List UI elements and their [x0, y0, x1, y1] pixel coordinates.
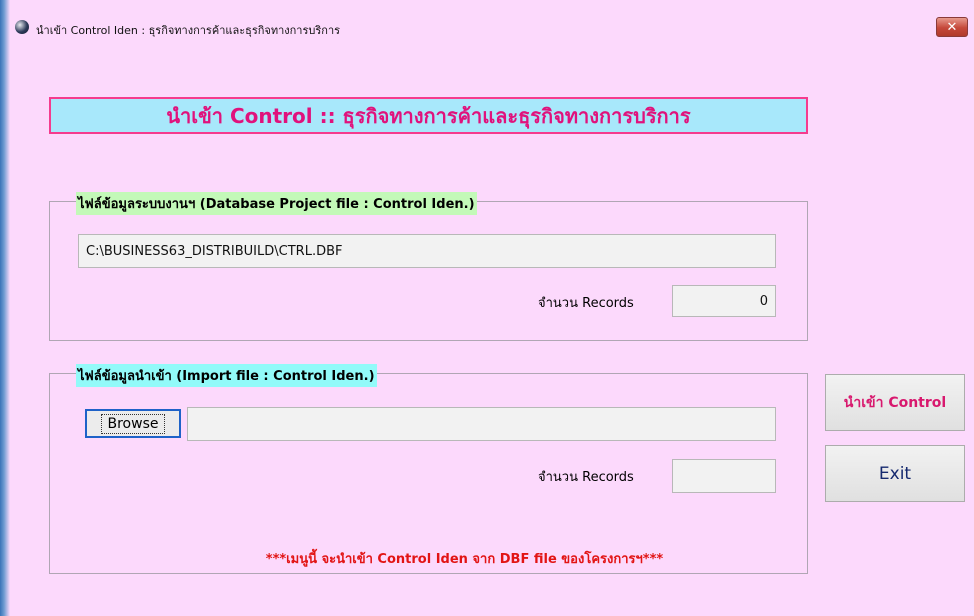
app-icon [15, 20, 29, 34]
window-title: นำเข้า Control Iden : ธุรกิจทางการค้าและ… [36, 24, 341, 37]
close-button[interactable]: ✕ [936, 17, 968, 37]
page-title: นำเข้า Control :: ธุรกิจทางการค้าและธุรก… [49, 97, 808, 134]
database-path-field[interactable]: C:\BUSINESS63_DISTRIBUILD\CTRL.DBF [78, 234, 776, 268]
import-control-window: นำเข้า Control Iden : ธุรกิจทางการค้าและ… [0, 0, 974, 616]
database-records-field[interactable]: 0 [672, 285, 776, 317]
database-records-label: จำนวน Records [538, 296, 634, 311]
import-records-label: จำนวน Records [538, 470, 634, 485]
import-records-field[interactable] [672, 459, 776, 493]
import-file-legend: ไฟล์ข้อมูลนำเข้า (Import file : Control … [76, 364, 377, 387]
import-note: ***เมนูนี้ จะนำเข้า Control Iden จาก DBF… [265, 552, 664, 567]
import-file-path-field[interactable] [187, 407, 776, 441]
database-file-group: ไฟล์ข้อมูลระบบงานฯ (Database Project fil… [49, 192, 808, 341]
browse-button-label: Browse [100, 413, 166, 434]
browse-button[interactable]: Browse [85, 409, 181, 438]
window-left-edge [0, 0, 10, 616]
close-icon: ✕ [946, 19, 958, 35]
import-control-button[interactable]: นำเข้า Control [825, 374, 965, 431]
database-file-legend: ไฟล์ข้อมูลระบบงานฯ (Database Project fil… [76, 192, 477, 215]
title-bar[interactable]: นำเข้า Control Iden : ธุรกิจทางการค้าและ… [10, 10, 974, 44]
exit-button[interactable]: Exit [825, 445, 965, 502]
